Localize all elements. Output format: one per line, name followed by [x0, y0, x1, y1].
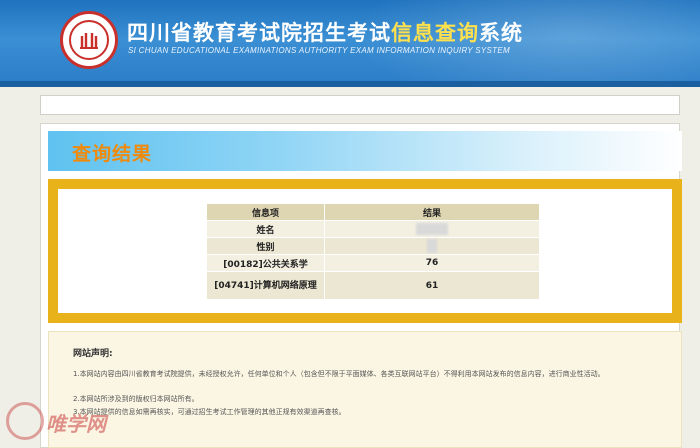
row-item: [00182]公共关系学 — [206, 254, 325, 272]
site-notice: 网站声明: 1.本网站内容由四川省教育考试院提供，未经授权允许，任何单位和个人（… — [48, 331, 682, 448]
table-row: 性别 — [206, 237, 540, 255]
column-header-item: 信息项 — [206, 203, 325, 221]
row-item: 性别 — [206, 237, 325, 255]
notice-title: 网站声明: — [73, 349, 113, 359]
watermark-logo: 唯学网 — [6, 398, 126, 444]
row-value-redacted — [324, 220, 540, 238]
page-title: 查询结果 — [72, 143, 153, 165]
notice-line-1: 1.本网站内容由四川省教育考试院提供，未经授权允许，任何单位和个人（包含但不限于… — [73, 370, 605, 378]
site-header: 四川省教育考试院招生考试信息查询系统 SI CHUAN EDUCATIONAL … — [0, 0, 700, 87]
result-title-bar: 查询结果 — [48, 131, 682, 171]
result-frame: 信息项 结果 姓名 性别 [00182]公共关系学 76 [04741]计算机网… — [48, 179, 682, 323]
notice-line-3: 3.本网站提供的信息如需再核实，可通过招生考试工作管理的其他正规有效渠道再查核。 — [73, 408, 346, 416]
site-title-english: SI CHUAN EDUCATIONAL EXAMINATIONS AUTHOR… — [128, 46, 510, 55]
row-value: 76 — [324, 254, 540, 272]
row-value: 61 — [324, 271, 540, 300]
table-row: [04741]计算机网络原理 61 — [206, 271, 540, 300]
table-row: 姓名 — [206, 220, 540, 238]
breadcrumb — [40, 95, 680, 115]
site-title: 四川省教育考试院招生考试信息查询系统 — [127, 21, 523, 45]
row-value-redacted — [324, 237, 540, 255]
row-item: [04741]计算机网络原理 — [206, 271, 325, 300]
result-table: 信息项 结果 姓名 性别 [00182]公共关系学 76 [04741]计算机网… — [206, 203, 540, 300]
column-header-result: 结果 — [324, 203, 540, 221]
notice-line-2: 2.本网站所涉及到的版权归本网站所有。 — [73, 395, 199, 403]
table-row: [00182]公共关系学 76 — [206, 254, 540, 272]
row-item: 姓名 — [206, 220, 325, 238]
seal-emblem-icon — [60, 11, 118, 69]
